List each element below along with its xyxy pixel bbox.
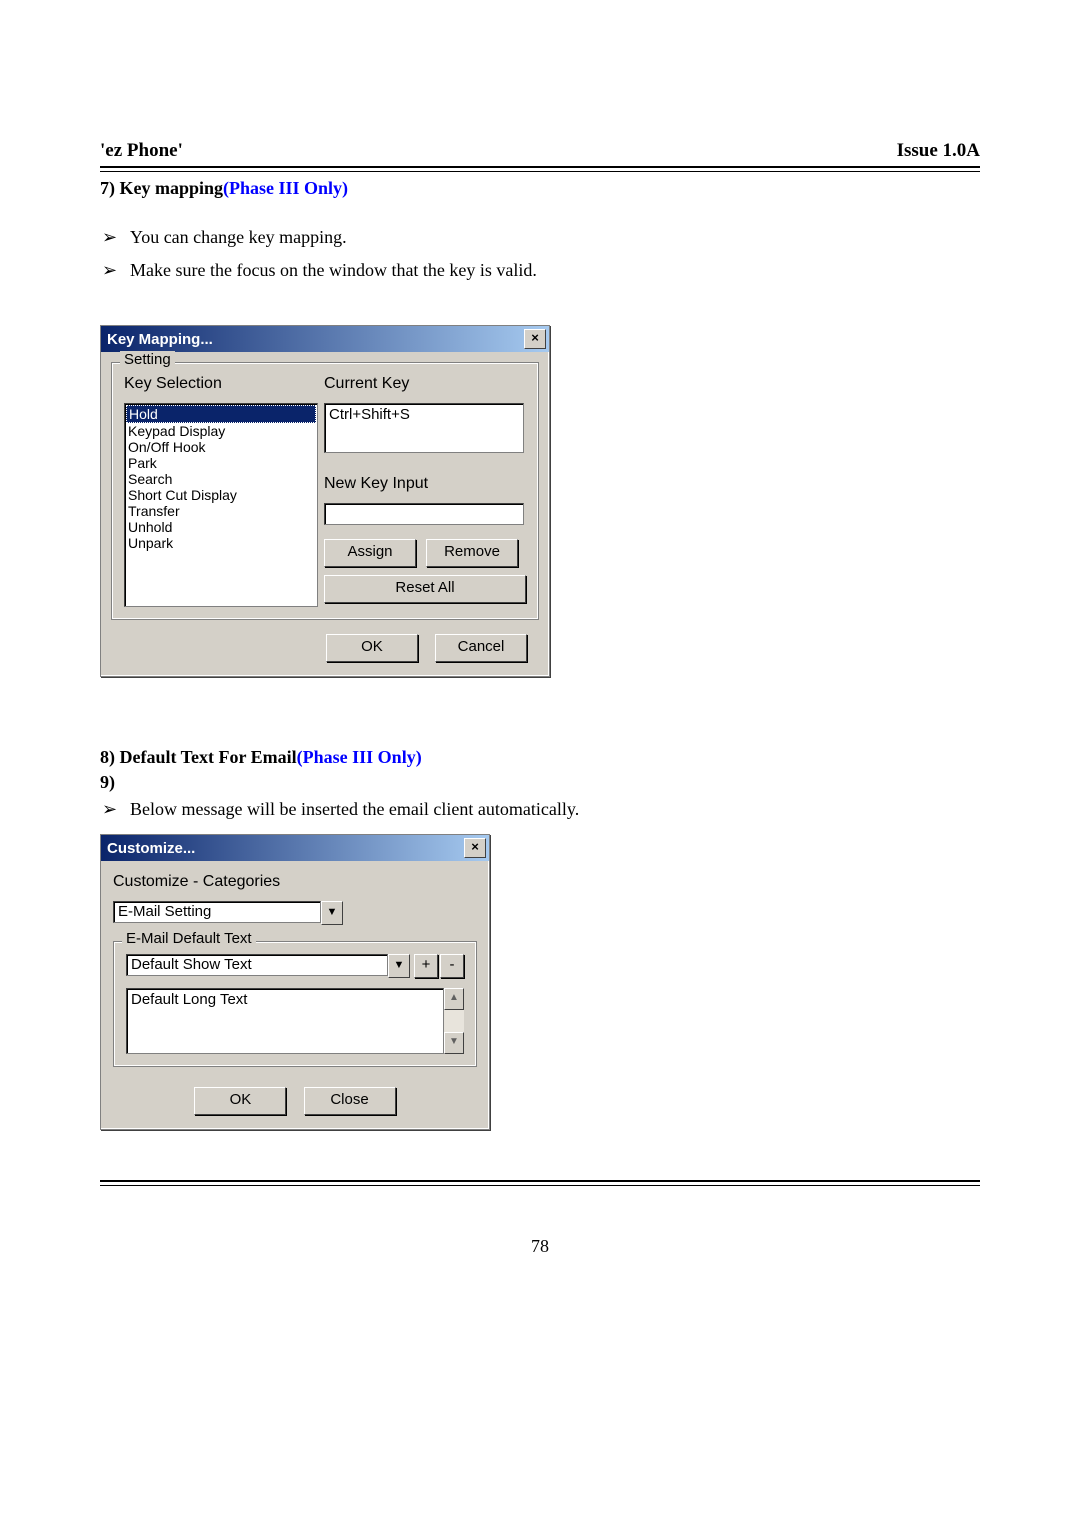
- current-key-label: Current Key: [324, 375, 526, 393]
- scrollbar[interactable]: ▲ ▼: [444, 988, 464, 1054]
- scroll-track[interactable]: [444, 1010, 464, 1032]
- dialog-titlebar: Customize... ×: [101, 835, 489, 861]
- list-item[interactable]: Unpark: [126, 535, 316, 551]
- categories-label: Customize - Categories: [113, 873, 477, 891]
- bullet: Below message will be inserted the email…: [130, 799, 980, 820]
- list-item[interactable]: Park: [126, 455, 316, 471]
- page-number: 78: [100, 1236, 980, 1257]
- bullet: You can change key mapping.: [130, 227, 980, 248]
- cancel-button[interactable]: Cancel: [435, 634, 527, 662]
- default-long-text-area[interactable]: Default Long Text ▲ ▼: [126, 988, 464, 1054]
- list-item[interactable]: Search: [126, 471, 316, 487]
- list-item[interactable]: Short Cut Display: [126, 487, 316, 503]
- customize-dialog: Customize... × Customize - Categories E-…: [100, 834, 490, 1130]
- categories-dropdown[interactable]: E-Mail Setting ▼: [113, 901, 343, 925]
- dialog-title: Key Mapping...: [107, 331, 213, 348]
- list-item[interactable]: Keypad Display: [126, 423, 316, 439]
- section8-heading: 8) Default Text For Email(Phase III Only…: [100, 747, 980, 768]
- minus-button[interactable]: -: [440, 954, 464, 978]
- key-selection-label: Key Selection: [124, 375, 324, 393]
- bullet: Make sure the focus on the window that t…: [130, 260, 980, 281]
- key-mapping-dialog: Key Mapping... × Setting Key Selection H…: [100, 325, 550, 677]
- default-show-dropdown[interactable]: Default Show Text ▼: [126, 954, 410, 978]
- default-show-value[interactable]: Default Show Text: [126, 954, 388, 976]
- dialog-title: Customize...: [107, 840, 195, 857]
- current-key-field[interactable]: Ctrl+Shift+S: [324, 403, 524, 453]
- rule-top: [100, 166, 980, 172]
- dialog-titlebar: Key Mapping... ×: [101, 326, 549, 352]
- group-legend: Setting: [120, 351, 175, 368]
- list-item[interactable]: Hold: [126, 405, 316, 423]
- close-button[interactable]: Close: [304, 1087, 396, 1115]
- chevron-down-icon[interactable]: ▼: [388, 954, 410, 978]
- categories-value[interactable]: E-Mail Setting: [113, 901, 321, 923]
- header-left: 'ez Phone': [100, 140, 183, 162]
- ok-button[interactable]: OK: [326, 634, 418, 662]
- list-item[interactable]: Unhold: [126, 519, 316, 535]
- section8-bullets: Below message will be inserted the email…: [100, 799, 980, 820]
- section7-heading: 7) Key mapping(Phase III Only): [100, 178, 980, 199]
- list-item[interactable]: On/Off Hook: [126, 439, 316, 455]
- new-key-input[interactable]: [324, 503, 524, 525]
- plus-button[interactable]: +: [414, 954, 438, 978]
- close-icon[interactable]: ×: [524, 329, 546, 349]
- setting-groupbox: Setting Key Selection Hold Keypad Displa…: [111, 362, 539, 620]
- key-selection-listbox[interactable]: Hold Keypad Display On/Off Hook Park Sea…: [124, 403, 318, 607]
- close-icon[interactable]: ×: [464, 838, 486, 858]
- chevron-down-icon[interactable]: ▼: [321, 901, 343, 925]
- remove-button[interactable]: Remove: [426, 539, 518, 567]
- list-item[interactable]: Transfer: [126, 503, 316, 519]
- scroll-down-icon[interactable]: ▼: [444, 1032, 464, 1054]
- header-right: Issue 1.0A: [897, 140, 980, 162]
- section7-bullets: You can change key mapping. Make sure th…: [100, 227, 980, 281]
- section9-heading: 9): [100, 772, 980, 793]
- scroll-up-icon[interactable]: ▲: [444, 988, 464, 1010]
- rule-bottom: [100, 1180, 980, 1186]
- group-legend: E-Mail Default Text: [122, 930, 256, 947]
- default-long-text-value[interactable]: Default Long Text: [126, 988, 444, 1054]
- reset-all-button[interactable]: Reset All: [324, 575, 526, 603]
- ok-button[interactable]: OK: [194, 1087, 286, 1115]
- email-default-text-groupbox: E-Mail Default Text Default Show Text ▼ …: [113, 941, 477, 1067]
- assign-button[interactable]: Assign: [324, 539, 416, 567]
- new-key-label: New Key Input: [324, 475, 526, 493]
